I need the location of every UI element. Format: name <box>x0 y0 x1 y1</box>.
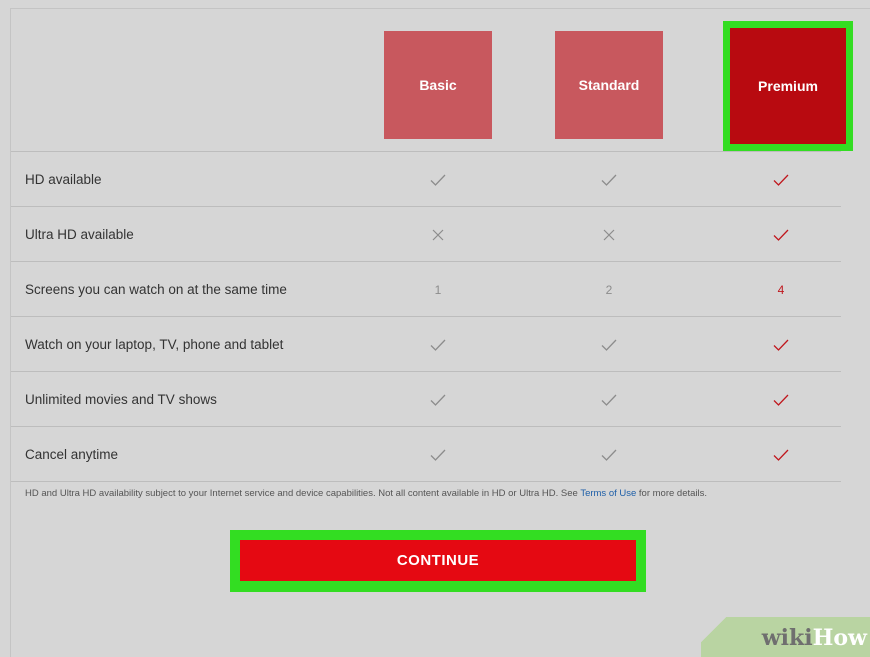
continue-button[interactable]: CONTINUE <box>240 540 636 581</box>
feature-label: Ultra HD available <box>25 227 134 242</box>
plan-basic-label: Basic <box>419 77 457 93</box>
feature-row: Screens you can watch on at the same tim… <box>11 261 841 317</box>
footnote-text-before: HD and Ultra HD availability subject to … <box>25 488 581 499</box>
check-icon <box>579 372 639 427</box>
check-icon <box>408 372 468 427</box>
screen-count: 2 <box>605 282 613 297</box>
check-icon <box>408 317 468 372</box>
plan-standard-button[interactable]: Standard <box>555 31 663 139</box>
feature-label: Unlimited movies and TV shows <box>25 392 217 407</box>
cross-icon <box>408 207 468 262</box>
plan-basic-button[interactable]: Basic <box>384 31 492 139</box>
feature-label: HD available <box>25 172 102 187</box>
availability-footnote: HD and Ultra HD availability subject to … <box>25 487 845 501</box>
check-icon <box>408 152 468 207</box>
plan-premium-button[interactable]: Premium <box>723 21 853 151</box>
check-icon <box>751 152 811 207</box>
feature-row: Unlimited movies and TV shows <box>11 371 841 427</box>
check-icon <box>751 372 811 427</box>
check-icon <box>579 427 639 482</box>
continue-button-highlight: CONTINUE <box>230 530 646 592</box>
footnote-text-after: for more details. <box>636 488 708 499</box>
feature-label: Watch on your laptop, TV, phone and tabl… <box>25 337 284 352</box>
feature-label: Screens you can watch on at the same tim… <box>25 282 287 297</box>
screen-count: 4 <box>777 282 785 297</box>
cross-icon <box>579 207 639 262</box>
table-divider <box>11 481 841 482</box>
terms-of-use-link[interactable]: Terms of Use <box>580 488 636 499</box>
wikihow-logo: wikiHow <box>761 625 867 651</box>
feature-row: Cancel anytime <box>11 426 841 482</box>
plan-premium-label: Premium <box>758 78 818 94</box>
check-icon <box>751 317 811 372</box>
check-icon <box>751 207 811 262</box>
check-icon <box>579 317 639 372</box>
feature-row: HD available <box>11 151 841 207</box>
plan-table: Basic Standard Premium HD available Ultra… <box>10 8 870 657</box>
check-icon <box>751 427 811 482</box>
wikihow-watermark: wikiHow <box>701 617 870 657</box>
feature-row: Ultra HD available <box>11 206 841 262</box>
plan-standard-label: Standard <box>578 77 640 93</box>
screen-count: 1 <box>434 282 442 297</box>
feature-label: Cancel anytime <box>25 447 119 462</box>
check-icon <box>408 427 468 482</box>
check-icon <box>579 152 639 207</box>
feature-row: Watch on your laptop, TV, phone and tabl… <box>11 316 841 372</box>
